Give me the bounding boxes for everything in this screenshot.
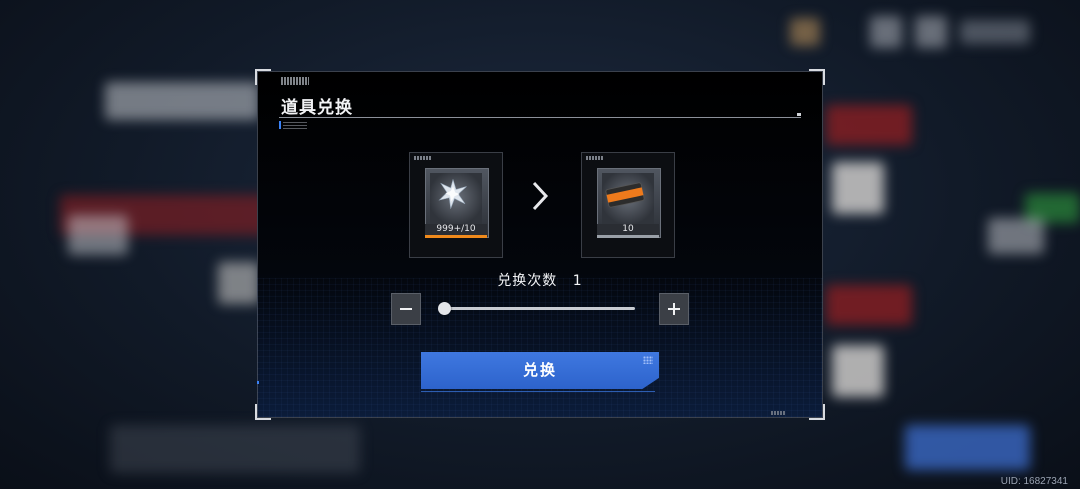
- corner-bracket: [809, 69, 825, 85]
- minus-icon: [400, 308, 412, 310]
- bg-red-block: [826, 285, 912, 325]
- dialog-title: 道具兑换: [281, 98, 353, 118]
- bg-bottom-panel: [110, 425, 360, 473]
- plus-icon: [668, 303, 680, 315]
- title-divider: [279, 113, 801, 118]
- refresh-ticket-icon: [605, 182, 645, 208]
- button-underline: [421, 391, 655, 392]
- bg-avatar: [832, 162, 884, 214]
- bg-white-block: [988, 218, 1044, 254]
- count-label-text: 兑换次数: [497, 273, 558, 289]
- count-slider-track[interactable]: [443, 307, 635, 310]
- bg-white-block: [68, 215, 128, 255]
- item-count: 999+/10: [425, 224, 487, 238]
- uid-label: UID: 16827341: [1000, 476, 1068, 487]
- bg-red-block: [826, 105, 912, 145]
- count-slider-handle[interactable]: [438, 302, 451, 315]
- bg-top-icon: [790, 18, 820, 46]
- bg-top-icon: [960, 20, 1030, 44]
- exchange-button[interactable]: 兑换: [421, 352, 659, 389]
- decor-mark: [257, 381, 259, 384]
- decor-text: [771, 411, 785, 415]
- corner-bracket: [255, 69, 271, 85]
- bg-title-block: [105, 82, 260, 120]
- exchange-count-label: 兑换次数 1: [257, 270, 823, 290]
- decrease-button[interactable]: [391, 293, 421, 325]
- corner-bracket: [255, 404, 271, 420]
- bg-top-icon: [915, 16, 947, 48]
- star-crystal-icon: [438, 179, 467, 209]
- increase-button[interactable]: [659, 293, 689, 325]
- decor-dots: [643, 356, 653, 364]
- bg-blue-button: [905, 425, 1030, 470]
- item-count: 10: [597, 224, 659, 238]
- count-value: 1: [572, 273, 583, 289]
- source-item-card[interactable]: 999+/10: [409, 152, 503, 258]
- bg-avatar: [218, 262, 260, 304]
- corner-bracket: [809, 404, 825, 420]
- decor-tick: [279, 121, 281, 129]
- item-exchange-dialog: 道具兑换 999+/10 10 兑换次数 1 兑换: [255, 69, 825, 420]
- exchange-button-label: 兑换: [522, 361, 557, 379]
- card-tag: [414, 156, 432, 160]
- chevron-right-icon: [532, 181, 549, 211]
- card-tag: [586, 156, 604, 160]
- decor-text: [283, 122, 307, 129]
- bg-top-icon: [870, 16, 902, 48]
- bg-avatar: [832, 345, 884, 397]
- decor-logo: [281, 77, 309, 85]
- target-item-card[interactable]: 10: [581, 152, 675, 258]
